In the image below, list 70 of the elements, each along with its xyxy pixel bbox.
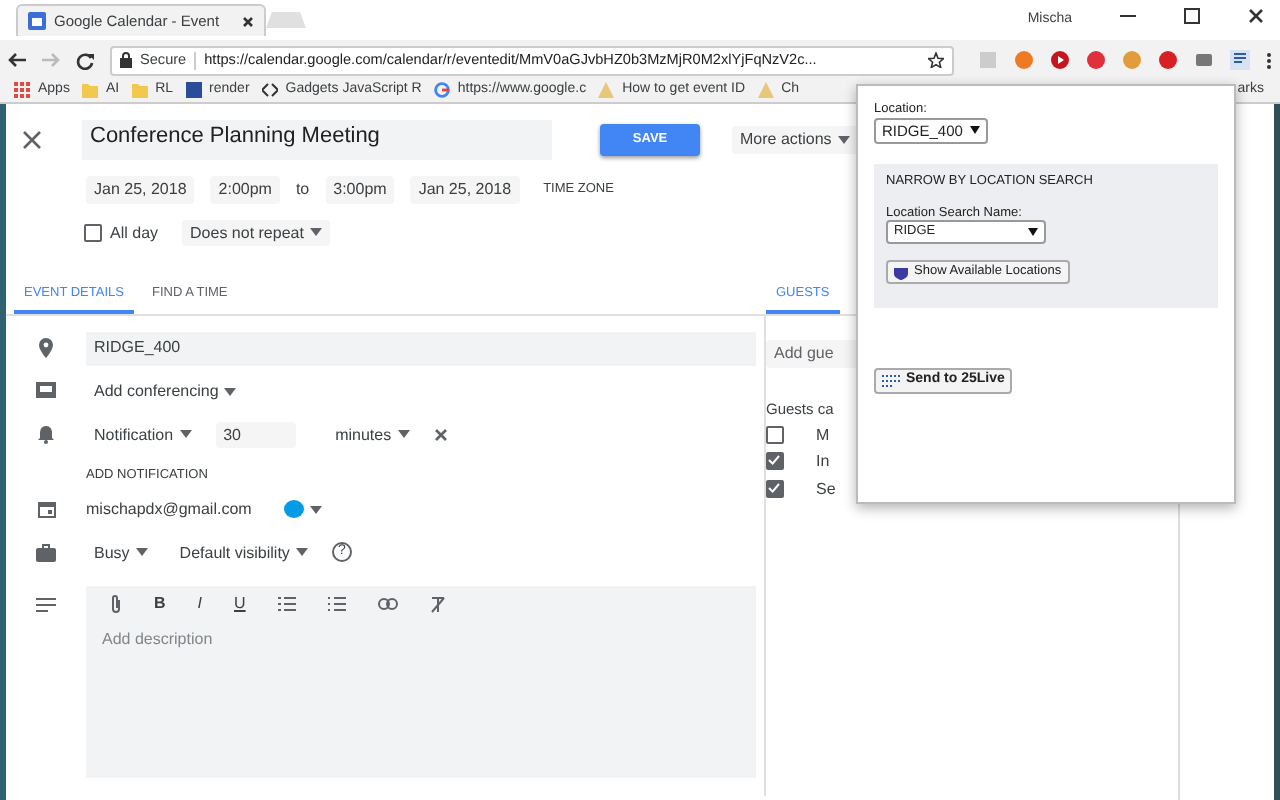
triangle-icon: [757, 82, 774, 99]
briefcase-icon: [36, 543, 56, 562]
bulleted-list-icon[interactable]: [327, 596, 346, 613]
close-icon[interactable]: [1248, 8, 1264, 24]
caret-icon: [309, 505, 322, 514]
all-day-label: All day: [110, 223, 159, 243]
title-field[interactable]: Conference Planning Meeting: [82, 120, 552, 160]
availability-dropdown[interactable]: Busy: [86, 535, 156, 571]
grid-logo-icon: [882, 373, 900, 390]
location-field[interactable]: RIDGE_400: [86, 331, 756, 366]
reload-icon[interactable]: [76, 51, 94, 69]
calendar-icon: [37, 500, 55, 519]
notification-dropdown[interactable]: Notification: [86, 417, 200, 453]
shield-icon: [894, 265, 908, 280]
link-icon[interactable]: [377, 598, 398, 611]
date-field[interactable]: Jan 25, 2018: [86, 176, 195, 204]
repeat-dropdown[interactable]: Does not repeat: [182, 219, 330, 247]
more-actions-dropdown[interactable]: More actions: [732, 126, 858, 154]
calendar-icon: [28, 12, 46, 30]
apps-icon: [14, 82, 30, 99]
google-icon: [433, 82, 450, 99]
caret-icon: [224, 387, 237, 396]
underline-button[interactable]: U: [234, 594, 246, 614]
permission-label: Se: [816, 479, 836, 499]
numbered-list-icon[interactable]: [277, 596, 296, 613]
caret-icon: [309, 228, 322, 237]
permission-label: In: [816, 452, 830, 472]
paperclip-icon[interactable]: [110, 594, 122, 615]
extension-icon[interactable]: [1230, 50, 1250, 70]
minutes-field[interactable]: 30: [215, 421, 296, 449]
checkbox[interactable]: [84, 223, 102, 242]
close-icon[interactable]: [242, 15, 254, 27]
bold-button[interactable]: B: [154, 594, 166, 614]
caret-icon: [970, 126, 981, 135]
italic-button[interactable]: I: [197, 594, 203, 614]
unit-dropdown[interactable]: minutes: [327, 417, 418, 453]
maximize-icon[interactable]: [1184, 8, 1200, 24]
caret-icon: [1028, 228, 1038, 237]
calendar-name: mischapdx@gmail.com: [86, 499, 252, 520]
visibility-dropdown[interactable]: Default visibility: [171, 535, 316, 571]
caret-icon: [179, 430, 192, 439]
caret-icon: [397, 430, 410, 439]
bell-icon: [38, 425, 54, 444]
star-icon[interactable]: [928, 52, 944, 68]
conferencing-dropdown[interactable]: Add conferencing: [86, 373, 245, 410]
location-pin-icon: [38, 338, 54, 359]
time-field[interactable]: 3:00pm: [325, 176, 395, 204]
time-field[interactable]: 2:00pm: [210, 176, 280, 204]
checkbox[interactable]: [766, 425, 784, 444]
caret-icon: [135, 548, 148, 557]
extension-icon[interactable]: [1050, 50, 1070, 70]
code-icon: [261, 82, 278, 99]
caret-icon: [837, 136, 850, 144]
color-dropdown[interactable]: [283, 500, 322, 519]
checkbox[interactable]: [766, 452, 784, 471]
clear-format-icon[interactable]: [429, 595, 446, 614]
caret-icon: [295, 548, 308, 557]
to-label: to: [295, 180, 310, 200]
text-lines-icon: [36, 598, 56, 613]
triangle-icon: [598, 82, 615, 99]
back-icon[interactable]: [8, 52, 26, 68]
video-chat-icon: [36, 382, 56, 401]
lock-icon: [120, 52, 132, 68]
date-field[interactable]: Jan 25, 2018: [410, 176, 520, 204]
permission-label: M: [816, 425, 830, 445]
menu-icon[interactable]: [1266, 51, 1272, 69]
close-icon[interactable]: [22, 130, 42, 150]
checkbox[interactable]: [766, 480, 784, 499]
close-icon[interactable]: [433, 427, 448, 442]
site-icon: [185, 82, 202, 99]
